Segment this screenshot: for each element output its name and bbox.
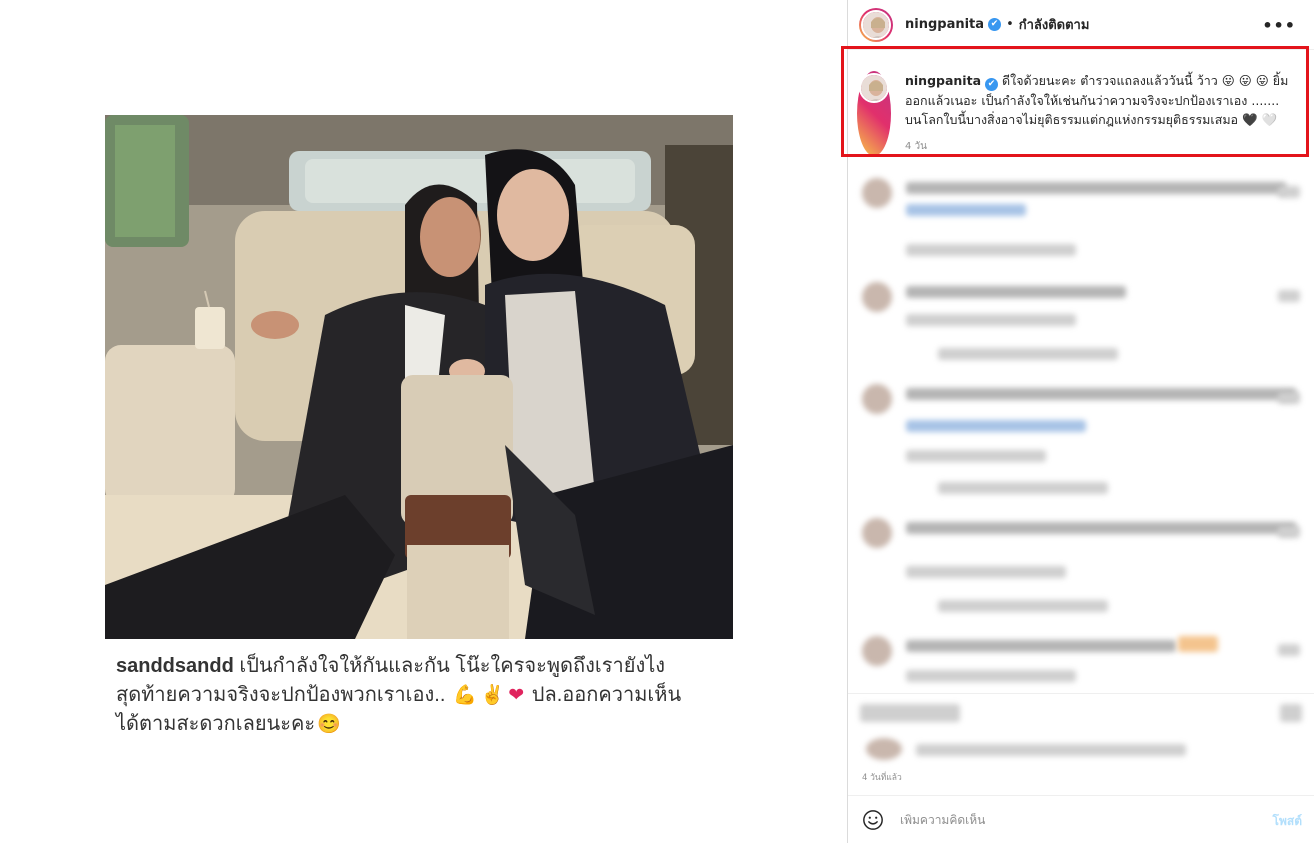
bookmark-icon[interactable]: [1280, 704, 1302, 722]
victory-hand-emoji: ✌: [480, 685, 505, 706]
emoji-smiley-icon[interactable]: [862, 809, 884, 831]
header-username[interactable]: ningpanita: [905, 17, 984, 32]
quoted-line-1: เป็นกำลังใจให้กันและกัน โน๊ะใครจะพูดถึงเ…: [233, 655, 666, 677]
verified-badge-icon: ✔: [985, 78, 999, 91]
post-button[interactable]: โพสต์: [1273, 812, 1302, 831]
action-icons-row[interactable]: [860, 704, 960, 722]
smiling-face-emoji: 😊: [317, 714, 341, 735]
quoted-line-3: ปล.ออกความเห็น: [526, 684, 682, 706]
actions-divider: [848, 693, 1314, 694]
avatar: [861, 9, 891, 40]
quoted-line-2: สุดท้ายความจริงจะปกป้องพวกเราเอง..: [116, 684, 446, 706]
post-header: ningpanita ✔ • กำลังติดตาม •••: [848, 0, 1314, 50]
avatar: [859, 73, 889, 103]
liked-by-text[interactable]: [916, 744, 1186, 756]
more-horizontal-icon[interactable]: •••: [1262, 16, 1296, 35]
header-separator: •: [1006, 17, 1014, 32]
post-time[interactable]: 4 วันที่แล้ว: [862, 770, 902, 784]
caption-time[interactable]: 4 วัน: [905, 137, 1297, 156]
comment-bar: โพสต์: [848, 795, 1314, 843]
side-panel: ningpanita ✔ • กำลังติดตาม ••• ningpanit…: [848, 0, 1314, 843]
follow-status-button[interactable]: กำลังติดตาม: [1019, 14, 1090, 35]
flexed-biceps-emoji: 💪: [452, 685, 477, 706]
red-heart-emoji: ❤: [508, 685, 525, 706]
caption-avatar-ring[interactable]: [857, 71, 891, 156]
media-pane: sanddsandd เป็นกำลังใจให้กันและกัน โน๊ะใ…: [0, 0, 848, 843]
liked-by-avatar[interactable]: [866, 738, 902, 760]
header-avatar-ring[interactable]: [859, 7, 893, 42]
quoted-username: sanddsandd: [116, 655, 234, 677]
comment-input[interactable]: [900, 812, 1240, 827]
verified-badge-icon: ✔: [988, 18, 1002, 31]
car-interior-photo: [105, 115, 733, 639]
comments-list: [848, 168, 1314, 693]
quoted-line-4: ได้ตามสะดวกเลยนะคะ: [116, 713, 316, 735]
post-photo[interactable]: [105, 115, 733, 639]
post-caption: ningpanita ✔ ดีใจด้วยนะคะ ตำรวจแถลงแล้ววั…: [857, 59, 1305, 156]
caption-username[interactable]: ningpanita: [905, 73, 981, 88]
quoted-caption-text: sanddsandd เป็นกำลังใจให้กันและกัน โน๊ะใ…: [116, 652, 736, 739]
caption-body: ningpanita ✔ ดีใจด้วยนะคะ ตำรวจแถลงแล้ววั…: [905, 71, 1297, 156]
